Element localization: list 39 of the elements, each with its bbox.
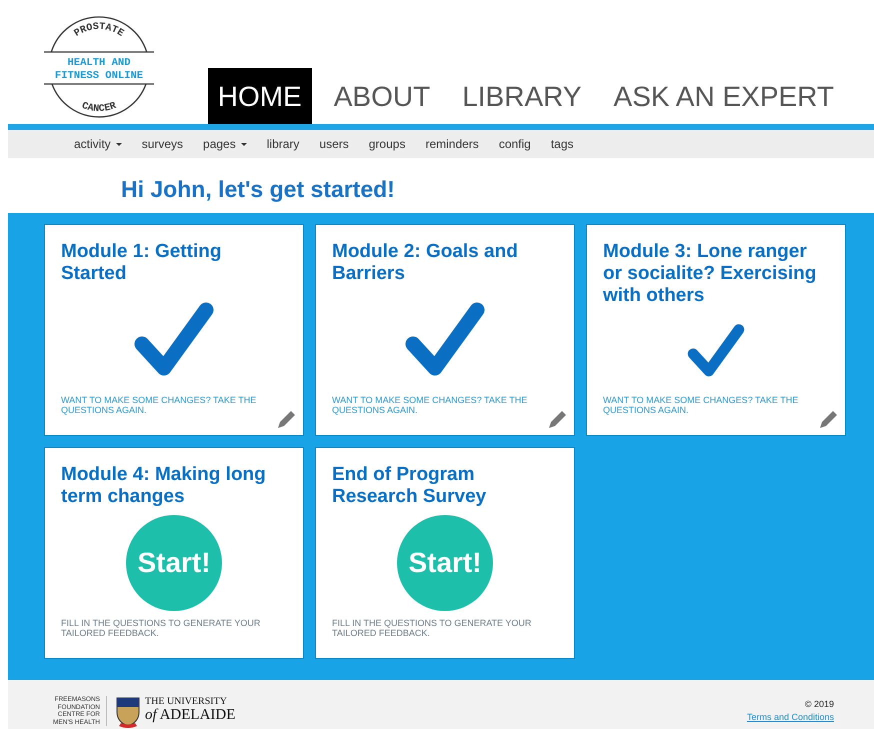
card-note: WANT TO MAKE SOME CHANGES? TAKE THE QUESTIONS AGAIN.: [332, 395, 528, 415]
nav-tab[interactable]: HOME: [208, 68, 312, 124]
menu-link[interactable]: groups: [368, 137, 406, 151]
greeting: Hi John, let's get started!: [120, 175, 396, 202]
university-name: THE UNIVERSITY: [145, 696, 228, 707]
module-title: Module 1: Getting Started: [61, 241, 222, 285]
pencil-icon[interactable]: [819, 409, 839, 429]
pencil-icon[interactable]: [548, 409, 568, 429]
nav-tab[interactable]: ABOUT: [324, 68, 440, 124]
pencil-icon[interactable]: [277, 409, 297, 429]
card-note: WANT TO MAKE SOME CHANGES? TAKE THE QUESTIONS AGAIN.: [61, 395, 258, 415]
module-title: Module 4: Making long term changes: [61, 464, 267, 508]
module-card[interactable]: Module 1: Getting Started WANT TO MAKE SOME CHANGES? TAKE THE QUESTIONS AGAIN.: [44, 224, 304, 436]
logo-text: CANCER: [80, 100, 118, 116]
card-note: FILL IN THE QUESTIONS TO GENERATE YOUR TAILORED FEEDBACK.: [332, 618, 532, 638]
module-title: End of Program Research Survey: [332, 464, 488, 508]
nav-tab[interactable]: LIBRARY: [452, 68, 592, 124]
crest-icon: [115, 696, 141, 728]
module-card[interactable]: Module 2: Goals and Barriers WANT TO MAKE SOME CHANGES? TAKE THE QUESTIONS AGAIN.: [315, 224, 575, 436]
logo-text: FITNESS ONLINE: [54, 70, 144, 82]
menu-link[interactable]: tags: [550, 137, 574, 151]
logo-text: PROSTATE: [72, 22, 126, 40]
copyright: © 2019: [804, 699, 834, 709]
module-title: Module 2: Goals and Barriers: [332, 241, 519, 285]
module-title: Module 3: Lone ranger or socialite? Exercising with others: [603, 241, 818, 307]
menu-link[interactable]: library: [266, 137, 300, 151]
nav-tab[interactable]: ASK AN EXPERT: [604, 68, 844, 124]
menu-link[interactable]: config: [498, 137, 531, 151]
menu-link[interactable]: pages: [203, 137, 247, 151]
card-note: WANT TO MAKE SOME CHANGES? TAKE THE QUESTIONS AGAIN.: [603, 395, 800, 415]
menu-link[interactable]: activity: [74, 137, 122, 151]
menu-link[interactable]: reminders: [425, 137, 479, 151]
module-card[interactable]: Module 3: Lone ranger or socialite? Exercising with others WANT TO MAKE SOME CHANGES? TAKE THE QUESTIONS AGAIN.: [586, 224, 846, 436]
module-card[interactable]: End of Program Research Survey Start! FILL IN THE QUESTIONS TO GENERATE YOUR TAILORED FEEDBACK.: [315, 447, 575, 659]
card-note: FILL IN THE QUESTIONS TO GENERATE YOUR TAILORED FEEDBACK.: [61, 618, 262, 638]
logo-text: HEALTH AND: [68, 57, 130, 69]
menu-link[interactable]: users: [319, 137, 349, 151]
menu-link[interactable]: surveys: [142, 137, 184, 151]
module-card[interactable]: Module 4: Making long term changes Start! FILL IN THE QUESTIONS TO GENERATE YOUR TAILORED FEEDBACK.: [44, 447, 304, 659]
